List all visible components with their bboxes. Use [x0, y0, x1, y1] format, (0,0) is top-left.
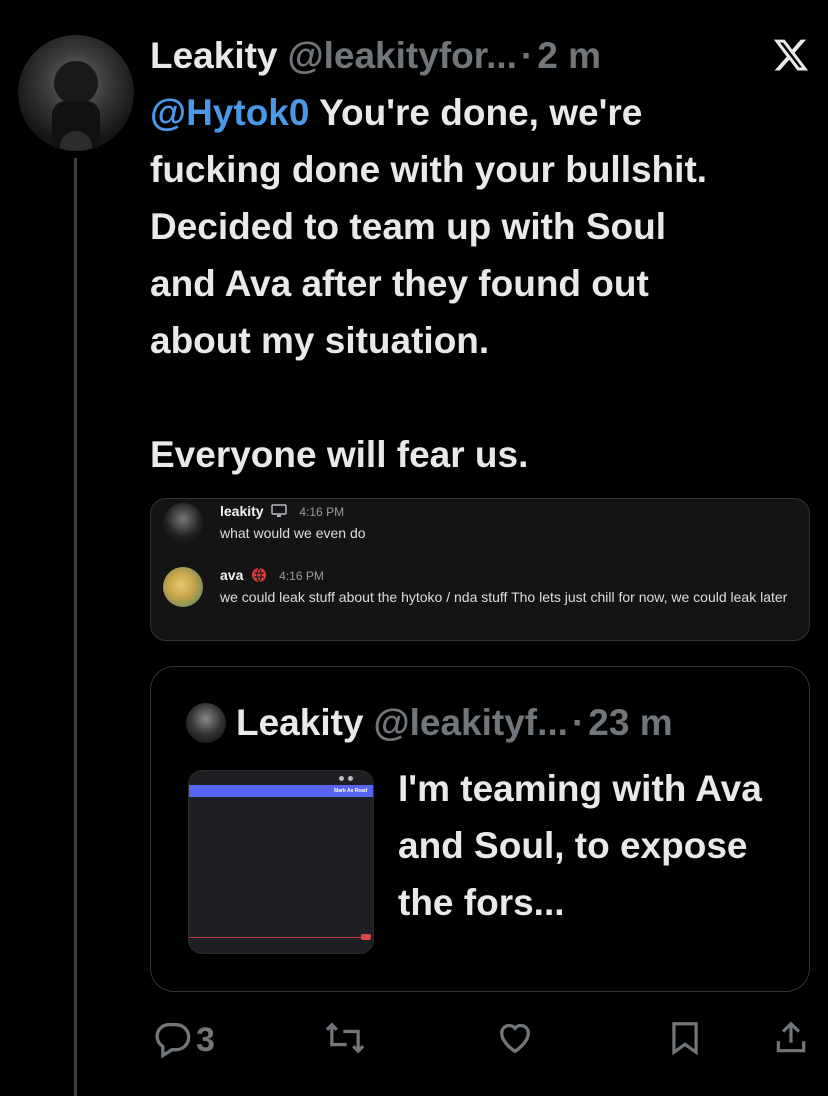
discord-timestamp: 4:16 PM — [279, 569, 324, 584]
reply-button[interactable]: 3 — [152, 1018, 215, 1062]
tweet-text-segment: You're done, we're — [309, 92, 643, 133]
thread-line — [74, 158, 77, 1096]
mark-as-read-label: Mark As Read — [334, 788, 367, 794]
monitor-icon — [271, 504, 288, 521]
discord-name-text: leakity — [220, 503, 264, 519]
reply-count: 3 — [196, 1020, 215, 1059]
tweet-line-6: Everyone will fear us. — [150, 434, 529, 475]
tweet-line-1: @Hytok0 You're done, we're — [150, 84, 810, 141]
separator-dot: · — [571, 702, 585, 743]
tweet-time[interactable]: 2 m — [537, 35, 601, 77]
share-icon — [772, 1018, 810, 1063]
reply-icon — [152, 1018, 192, 1063]
share-button[interactable] — [772, 1018, 810, 1062]
quote-author-name: Leakity — [236, 702, 364, 743]
discord-message-text: what would we even do — [220, 525, 366, 541]
retweet-icon — [322, 1018, 368, 1063]
tweet-line-4: and Ava after they found out — [150, 263, 649, 304]
bookmark-icon — [666, 1018, 704, 1063]
tweet-header: Leakity @leakityfor... · 2 m — [150, 34, 601, 78]
quote-text: I'm teaming with Ava and Soul, to expose… — [398, 768, 762, 923]
quote-author-handle: @leakityf... — [373, 702, 568, 743]
discord-username: leakity 4:16 PM — [220, 503, 344, 521]
quote-header: Leakity @leakityf... · 23 m — [186, 702, 673, 744]
author-name[interactable]: Leakity — [150, 35, 278, 77]
retweet-button[interactable] — [322, 1018, 368, 1062]
new-divider — [189, 937, 363, 938]
quote-time: 23 m — [588, 702, 673, 743]
discord-message: leakity 4:16 PM what would we even do — [151, 499, 809, 559]
quote-avatar — [186, 703, 226, 743]
attached-image[interactable]: leakity 4:16 PM what would we even do av… — [150, 498, 810, 641]
new-badge — [361, 934, 371, 940]
author-avatar[interactable] — [18, 35, 134, 151]
discord-avatar — [163, 503, 203, 543]
tweet-line-2: fucking done with your bullshit. — [150, 149, 708, 190]
discord-username: ava 4:16 PM — [220, 567, 324, 586]
discord-message: ava 4:16 PM we could leak stuff about th… — [151, 565, 809, 639]
tweet-text: @Hytok0 You're done, we're fucking done … — [150, 84, 810, 483]
discord-avatar — [163, 567, 203, 607]
discord-timestamp: 4:16 PM — [299, 505, 345, 519]
discord-name-text: ava — [220, 567, 244, 584]
like-icon — [494, 1018, 536, 1063]
author-handle[interactable]: @leakityfor... — [288, 35, 517, 77]
mention-link[interactable]: @Hytok0 — [150, 92, 309, 133]
bookmark-button[interactable] — [666, 1018, 704, 1062]
x-logo-icon[interactable] — [772, 36, 810, 74]
separator-dot: · — [520, 35, 534, 76]
globe-icon — [251, 567, 267, 586]
image-toolbar-icons — [339, 776, 353, 781]
tweet-line-3: Decided to team up with Soul — [150, 206, 666, 247]
tweet-line-5: about my situation. — [150, 320, 490, 361]
discord-message-text: we could leak stuff about the hytoko / n… — [220, 589, 788, 605]
unread-banner: Mark As Read — [189, 785, 373, 797]
like-button[interactable] — [494, 1018, 536, 1062]
quote-image[interactable]: Mark As Read — [188, 770, 374, 954]
